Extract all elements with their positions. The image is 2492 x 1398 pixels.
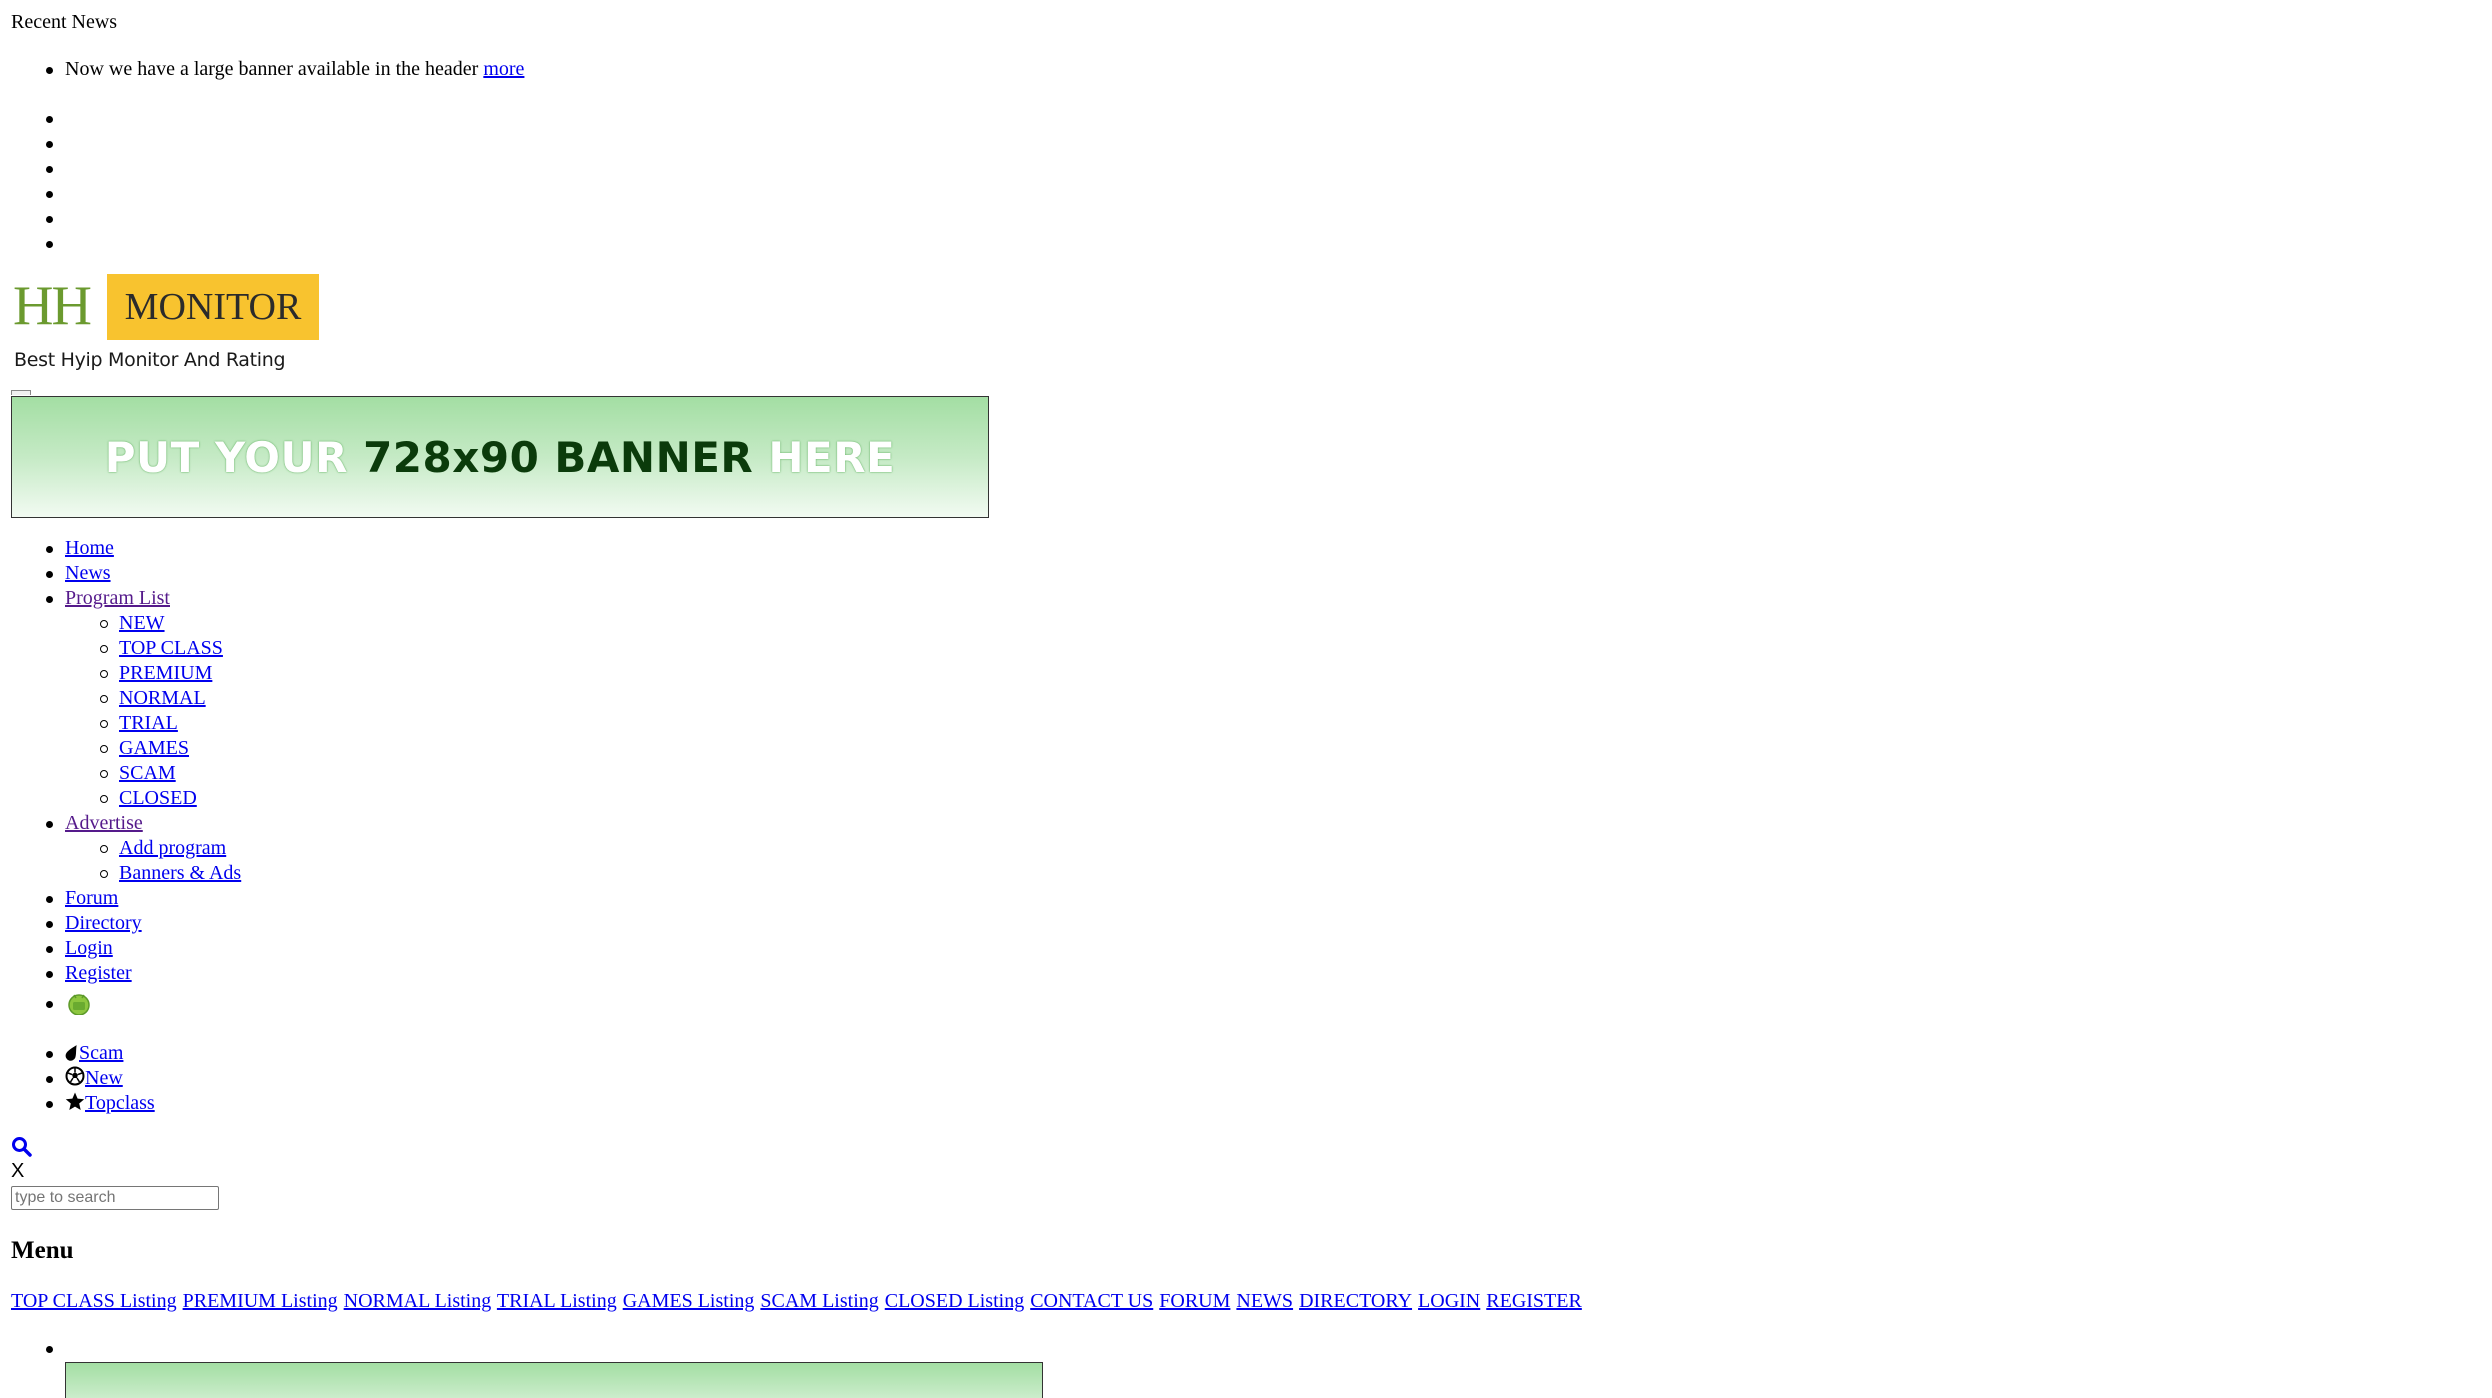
nav-sub-normal-link[interactable]: NORMAL [119, 687, 206, 709]
nav-sub-item-trial: TRIAL [100, 711, 178, 736]
star-icon [65, 1092, 85, 1110]
banner-text: PUT YOUR 728x90 BANNER HERE [12, 433, 988, 483]
nav-item-forum: Forum [45, 886, 118, 911]
nav-sub-trial-link[interactable]: TRIAL [119, 712, 178, 734]
site-logo[interactable]: HH MONITOR Best Hyip Monitor And Rating [11, 272, 321, 378]
nav-sub-item-banners-ads: Banners & Ads [99, 861, 241, 886]
menu-link-closed[interactable]: CLOSED Listing [885, 1290, 1024, 1312]
quick-link-scam[interactable]: Scam [65, 1042, 123, 1064]
nav-sub-item-new: NEW [100, 611, 165, 636]
nav-login-link[interactable]: Login [65, 937, 113, 959]
nav-sub-add-program-link[interactable]: Add program [119, 837, 226, 859]
quick-link-scam-label: Scam [79, 1042, 124, 1064]
menu-links: TOP CLASS Listing PREMIUM Listing NORMAL… [11, 1289, 1583, 1314]
news-item: Now we have a large banner available in … [45, 57, 524, 82]
menu-link-games[interactable]: GAMES Listing [623, 1290, 755, 1312]
nav-advertise-link[interactable]: Advertise [65, 812, 143, 834]
logo-monitor: MONITOR [124, 286, 302, 328]
menu-link-directory[interactable]: DIRECTORY [1299, 1290, 1412, 1312]
nav-sub-item-top-class: TOP CLASS [100, 636, 223, 661]
nav-sub-closed-link[interactable]: CLOSED [119, 787, 197, 809]
menu-link-normal[interactable]: NORMAL Listing [344, 1290, 492, 1312]
menu-link-premium[interactable]: PREMIUM Listing [183, 1290, 338, 1312]
nav-news-link[interactable]: News [65, 562, 111, 584]
menu-link-contact[interactable]: CONTACT US [1030, 1290, 1153, 1312]
nav-sub-games-link[interactable]: GAMES [119, 737, 189, 759]
quick-link-topclass-item: Topclass [46, 1091, 155, 1116]
menu-link-forum[interactable]: FORUM [1159, 1290, 1230, 1312]
menu-link-register[interactable]: REGISTER [1486, 1290, 1582, 1312]
nav-sub-banners-ads-link[interactable]: Banners & Ads [119, 862, 241, 884]
nav-sub-item-normal: NORMAL [100, 686, 206, 711]
nav-item-register: Register [46, 961, 132, 986]
news-item-text: Now we have a large banner available in … [65, 58, 479, 80]
quick-link-new-item: New [46, 1066, 123, 1091]
nav-item-login: Login [46, 936, 113, 961]
quick-link-new-label: New [85, 1067, 123, 1089]
logo-tagline: Best Hyip Monitor And Rating [14, 349, 286, 371]
banner-text-part2: 728x90 BANNER [363, 433, 754, 482]
quick-link-topclass[interactable]: Topclass [65, 1092, 155, 1114]
menu-heading: Menu [11, 1237, 74, 1264]
banner-text-part1: PUT YOUR [104, 433, 364, 482]
nav-sub-item-games: GAMES [99, 736, 189, 761]
nav-sub-scam-link[interactable]: SCAM [119, 762, 176, 784]
nav-sub-item-scam: SCAM [100, 761, 176, 786]
menu-link-login[interactable]: LOGIN [1418, 1290, 1480, 1312]
search-icon[interactable] [11, 1136, 33, 1158]
nav-item-android [46, 991, 93, 1022]
menu-link-news[interactable]: NEWS [1236, 1290, 1293, 1312]
search-input[interactable] [11, 1186, 219, 1210]
menu-link-trial[interactable]: TRIAL Listing [497, 1290, 617, 1312]
nav-program-list-link[interactable]: Program List [65, 587, 170, 609]
tint-icon [65, 1045, 77, 1061]
nav-sub-premium-link[interactable]: PREMIUM [119, 662, 212, 684]
menu-link-top-class[interactable]: TOP CLASS Listing [11, 1290, 177, 1312]
menu-link-scam[interactable]: SCAM Listing [760, 1290, 878, 1312]
android-icon[interactable] [65, 991, 93, 1016]
nav-sub-top-class-link[interactable]: TOP CLASS [119, 637, 223, 659]
quick-link-topclass-label: Topclass [85, 1092, 155, 1114]
recent-news-title: Recent News [11, 11, 118, 33]
logo-hh: HH [13, 275, 92, 337]
menu-toggle-checkbox[interactable] [11, 390, 31, 395]
nav-sub-item-add-program: Add program [99, 836, 226, 861]
nav-sub-item-premium: PREMIUM [99, 661, 212, 686]
nav-register-link[interactable]: Register [65, 962, 132, 984]
nav-home-link[interactable]: Home [65, 537, 114, 559]
nav-sub-new-link[interactable]: NEW [119, 612, 165, 634]
banner-text-part3: HERE [753, 433, 896, 482]
nav-directory-link[interactable]: Directory [65, 912, 142, 934]
bottom-banner[interactable] [65, 1362, 1043, 1398]
quick-link-scam-item: Scam [45, 1041, 123, 1066]
nav-item-news: News [46, 561, 111, 586]
soccer-ball-icon [65, 1066, 85, 1086]
nav-item-program-list: Program List [46, 586, 170, 611]
search-close-button[interactable]: X [11, 1159, 24, 1184]
nav-item-directory: Directory [46, 911, 142, 936]
nav-item-home: Home [46, 536, 114, 561]
nav-forum-link[interactable]: Forum [65, 887, 118, 909]
nav-sub-item-closed: CLOSED [100, 786, 197, 811]
header-banner[interactable]: PUT YOUR 728x90 BANNER HERE [11, 396, 989, 518]
nav-item-advertise: Advertise [46, 811, 143, 836]
news-more-link[interactable]: more [483, 58, 524, 80]
quick-link-new[interactable]: New [65, 1066, 123, 1089]
